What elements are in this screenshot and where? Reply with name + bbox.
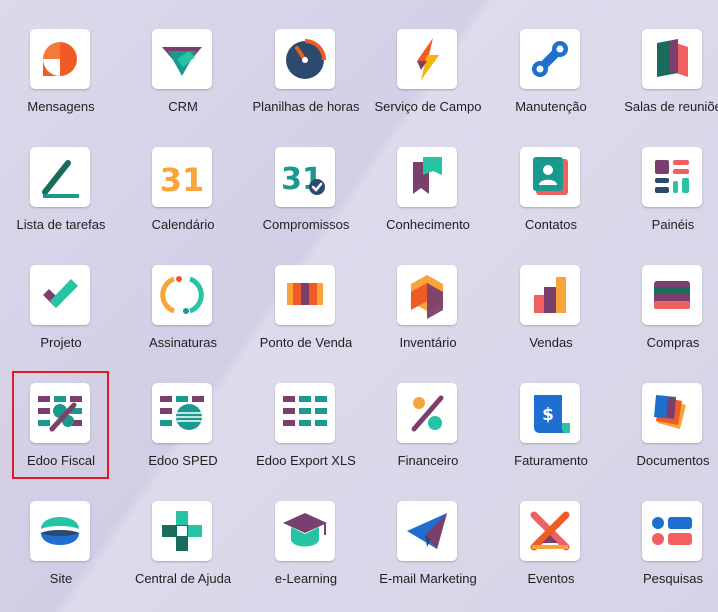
crm-icon — [152, 29, 212, 89]
app-contatos[interactable]: Contatos — [490, 118, 612, 236]
app-label: e-Learning — [274, 571, 338, 586]
field-service-icon — [397, 29, 457, 89]
app-projeto[interactable]: Projeto — [0, 236, 122, 354]
app-label: Central de Ajuda — [134, 571, 232, 586]
app-label: Faturamento — [514, 453, 588, 468]
app-label: Vendas — [529, 335, 573, 350]
point-of-sale-icon — [275, 265, 335, 325]
app-vendas[interactable]: Vendas — [490, 236, 612, 354]
subscriptions-icon — [152, 265, 212, 325]
elearning-icon — [275, 501, 335, 561]
app-ponto-venda[interactable]: Ponto de Venda — [245, 236, 367, 354]
helpdesk-icon — [152, 501, 212, 561]
invoicing-icon: $ — [520, 383, 580, 443]
app-label: Serviço de Campo — [374, 99, 482, 114]
app-site[interactable]: Site — [0, 472, 122, 590]
sales-icon — [520, 265, 580, 325]
app-label: Conhecimento — [386, 217, 470, 232]
purchase-icon — [642, 265, 702, 325]
edoo-export-xls-icon — [275, 383, 335, 443]
timesheet-icon — [275, 29, 335, 89]
app-label: Pesquisas — [643, 571, 703, 586]
app-label: Calendário — [151, 217, 215, 232]
app-manutencao[interactable]: Manutenção — [490, 0, 612, 118]
app-label: Ponto de Venda — [259, 335, 353, 350]
app-edoo-export-xls[interactable]: Edoo Export XLS — [245, 354, 367, 472]
email-marketing-icon — [397, 501, 457, 561]
edoo-sped-icon — [152, 383, 212, 443]
app-servico-campo[interactable]: Serviço de Campo — [367, 0, 489, 118]
app-label: Manutenção — [515, 99, 587, 114]
appointments-icon: 31 — [275, 147, 335, 207]
app-planilhas[interactable]: Planilhas de horas — [245, 0, 367, 118]
app-label: Eventos — [527, 571, 575, 586]
app-inventario[interactable]: Inventário — [367, 236, 489, 354]
dashboards-icon — [642, 147, 702, 207]
app-salas-reuniao[interactable]: Salas de reuniõe — [612, 0, 718, 118]
app-pesquisas[interactable]: Pesquisas — [612, 472, 718, 590]
app-faturamento[interactable]: $ Faturamento — [490, 354, 612, 472]
knowledge-icon — [397, 147, 457, 207]
calendar-digits: 31 — [160, 161, 205, 199]
app-label: E-mail Marketing — [379, 571, 477, 586]
app-label: Planilhas de horas — [252, 99, 360, 114]
app-label: Painéis — [651, 217, 695, 232]
app-mensagens[interactable]: Mensagens — [0, 0, 122, 118]
app-label: Edoo SPED — [148, 453, 218, 468]
events-icon — [520, 501, 580, 561]
app-edoo-sped[interactable]: Edoo SPED — [122, 354, 244, 472]
app-calendario[interactable]: 31 Calendário — [122, 118, 244, 236]
website-icon — [30, 501, 90, 561]
app-compras[interactable]: Compras — [612, 236, 718, 354]
app-email-marketing[interactable]: E-mail Marketing — [367, 472, 489, 590]
app-eventos[interactable]: Eventos — [490, 472, 612, 590]
app-label: Edoo Export XLS — [256, 453, 356, 468]
app-lista-tarefas[interactable]: Lista de tarefas — [0, 118, 122, 236]
inventory-icon — [397, 265, 457, 325]
app-label: CRM — [168, 99, 198, 114]
svg-text:$: $ — [542, 405, 554, 425]
accounting-icon — [397, 383, 457, 443]
maintenance-icon — [520, 29, 580, 89]
app-label: Documentos — [636, 453, 710, 468]
app-financeiro[interactable]: Financeiro — [367, 354, 489, 472]
selection-highlight — [12, 371, 109, 479]
app-compromissos[interactable]: 31 Compromissos — [245, 118, 367, 236]
app-label: Financeiro — [397, 453, 459, 468]
app-label: Inventário — [399, 335, 457, 350]
app-documentos[interactable]: Documentos — [612, 354, 718, 472]
contacts-icon — [520, 147, 580, 207]
app-crm[interactable]: CRM — [122, 0, 244, 118]
app-label: Salas de reuniõe — [624, 99, 718, 114]
app-label: Assinaturas — [149, 335, 217, 350]
app-label: Contatos — [524, 217, 578, 232]
app-paineis[interactable]: Painéis — [612, 118, 718, 236]
app-e-learning[interactable]: e-Learning — [245, 472, 367, 590]
project-icon — [30, 265, 90, 325]
surveys-icon — [642, 501, 702, 561]
app-central-ajuda[interactable]: Central de Ajuda — [122, 472, 244, 590]
todo-icon — [30, 147, 90, 207]
app-assinaturas[interactable]: Assinaturas — [122, 236, 244, 354]
app-label: Compras — [646, 335, 700, 350]
documents-icon — [642, 383, 702, 443]
messages-icon — [30, 29, 90, 89]
app-conhecimento[interactable]: Conhecimento — [367, 118, 489, 236]
meeting-rooms-icon — [642, 29, 702, 89]
app-label: Compromissos — [262, 217, 350, 232]
calendar-icon: 31 — [152, 147, 212, 207]
